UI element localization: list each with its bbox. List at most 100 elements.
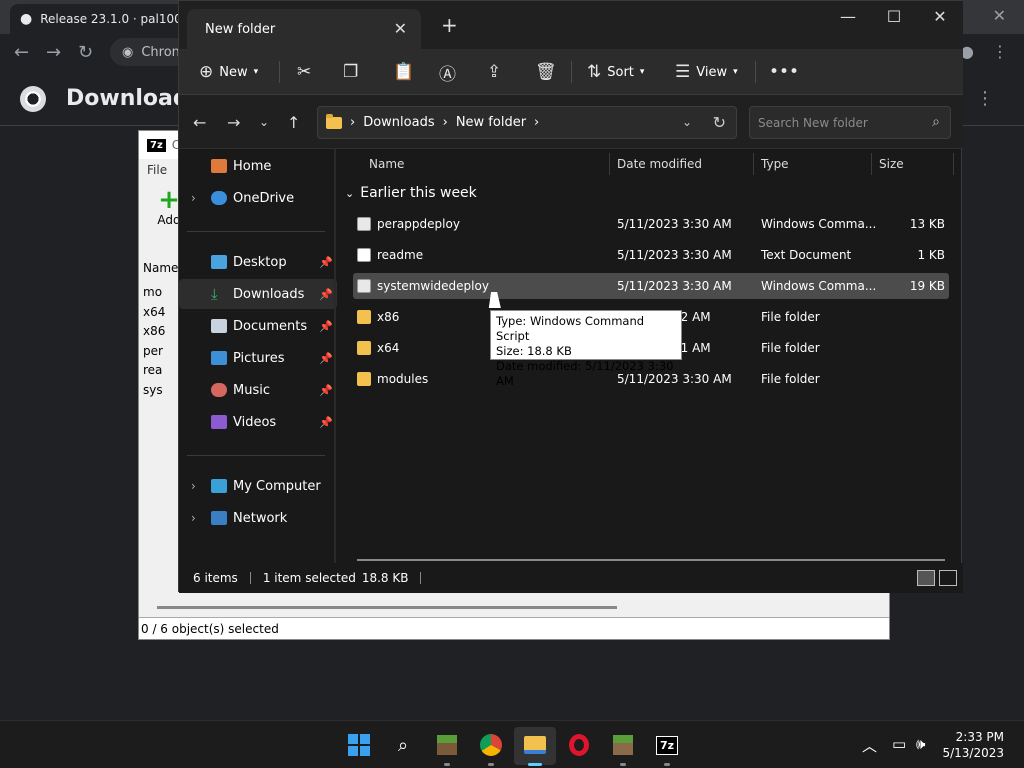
chrome-button[interactable] <box>478 732 504 758</box>
paste-button[interactable]: 📋 <box>393 59 414 85</box>
explorer-tab[interactable]: New folder ✕ <box>187 9 421 49</box>
list-item[interactable]: rea <box>143 361 165 381</box>
chevron-right-icon[interactable]: › <box>191 511 196 525</box>
cut-button[interactable]: ✂ <box>297 59 311 85</box>
list-item[interactable]: per <box>143 342 165 362</box>
start-button[interactable] <box>346 732 372 758</box>
selection-count: 1 item selected <box>262 571 356 585</box>
address-bar[interactable]: › Downloads › New folder › ⌄ ↻ <box>317 106 737 139</box>
more-options-button[interactable]: ••• <box>769 59 799 85</box>
sidebar-item-documents[interactable]: Documents 📌 <box>179 311 337 341</box>
pin-icon[interactable]: 📌 <box>319 256 333 269</box>
address-dropdown-icon[interactable]: ⌄ <box>682 115 692 129</box>
pin-icon[interactable]: 📌 <box>319 320 333 333</box>
computer-icon <box>211 479 227 493</box>
search-input[interactable]: Search New folder ⌕ <box>749 106 951 139</box>
list-item[interactable]: x86 <box>143 322 165 342</box>
column-divider[interactable] <box>753 153 754 175</box>
file-type: Windows Comma... <box>761 217 877 231</box>
navigation-pane-scrollbar[interactable] <box>334 149 336 563</box>
pin-icon[interactable]: 📌 <box>319 352 333 365</box>
column-header-date[interactable]: Date modified <box>617 149 702 179</box>
chevron-right-icon[interactable]: › <box>191 191 196 205</box>
chrome-close-icon[interactable]: ✕ <box>993 6 1006 25</box>
chevron-right-icon: › <box>442 115 448 130</box>
page-menu-icon[interactable]: ⋮ <box>976 88 994 109</box>
back-arrow-icon[interactable]: ← <box>193 113 206 132</box>
sidebar-item-home[interactable]: Home <box>179 151 337 181</box>
list-item[interactable]: sys <box>143 381 165 401</box>
details-view-icon[interactable] <box>917 570 935 586</box>
videos-icon <box>211 415 227 429</box>
group-header[interactable]: ⌄ Earlier this week <box>345 185 477 201</box>
refresh-icon[interactable]: ↻ <box>713 113 726 132</box>
new-tab-icon[interactable]: + <box>441 13 458 37</box>
share-button[interactable]: ⇪ <box>487 59 501 85</box>
pin-icon[interactable]: 📌 <box>319 416 333 429</box>
forward-arrow-icon[interactable]: → <box>227 113 240 132</box>
chevron-down-icon: ▾ <box>733 67 738 77</box>
chevron-right-icon[interactable]: › <box>191 479 196 493</box>
command-bar: ⊕ New ▾ ✂ ❐ 📋 Ⓐ ⇪ 🗑 ⇅ Sort ▾ ☰ View ▾ ••… <box>179 49 963 95</box>
window-close-icon[interactable]: ✕ <box>925 7 955 26</box>
pictures-icon <box>211 351 227 365</box>
site-info-icon: ◉ <box>122 44 134 60</box>
column-header-type[interactable]: Type <box>761 149 789 179</box>
network-icon[interactable]: ▭ <box>892 735 906 753</box>
recent-locations-icon[interactable]: ⌄ <box>259 115 269 129</box>
volume-icon[interactable]: 🕪 <box>916 735 925 753</box>
sidebar-item-network[interactable]: › Network <box>179 503 337 533</box>
sidebar-item-onedrive[interactable]: › OneDrive <box>179 183 337 213</box>
selection-size: 18.8 KB <box>361 571 409 585</box>
sidebar-item-music[interactable]: Music 📌 <box>179 375 337 405</box>
sidebar-item-desktop[interactable]: Desktop 📌 <box>179 247 337 277</box>
divider <box>187 455 325 456</box>
list-item[interactable]: mo <box>143 283 165 303</box>
clock[interactable]: 2:33 PM 5/13/2023 <box>942 729 1004 761</box>
rename-button[interactable]: Ⓐ <box>439 59 456 85</box>
column-header-size[interactable]: Size <box>879 149 904 179</box>
back-arrow-icon[interactable]: ← <box>14 42 29 63</box>
column-header-name[interactable]: Name <box>369 149 404 179</box>
file-row-perappdeploy[interactable]: perappdeploy 5/11/2023 3:30 AM Windows C… <box>353 211 949 237</box>
maximize-icon[interactable]: ☐ <box>879 7 909 26</box>
sevenzip-button[interactable]: 7z <box>654 732 680 758</box>
pin-icon[interactable]: 📌 <box>319 384 333 397</box>
chrome-tab[interactable]: ● Release 23.1.0 · pal1000/r <box>10 4 190 34</box>
horizontal-scrollbar[interactable] <box>357 559 945 561</box>
reload-icon[interactable]: ↻ <box>78 42 93 63</box>
up-arrow-icon[interactable]: ↑ <box>287 113 300 132</box>
minecraft-alt-button[interactable] <box>610 732 636 758</box>
sidebar-item-videos[interactable]: Videos 📌 <box>179 407 337 437</box>
breadcrumb-downloads[interactable]: Downloads <box>363 115 434 130</box>
pin-icon[interactable]: 📌 <box>319 288 333 301</box>
chrome-menu-icon[interactable]: ⋮ <box>992 42 1008 61</box>
minecraft-button[interactable] <box>434 732 460 758</box>
column-divider[interactable] <box>871 153 872 175</box>
sidebar-item-pictures[interactable]: Pictures 📌 <box>179 343 337 373</box>
delete-button[interactable]: 🗑 <box>535 59 557 85</box>
file-row-systemwidedeploy[interactable]: systemwidedeploy 5/11/2023 3:30 AM Windo… <box>353 273 949 299</box>
tab-close-icon[interactable]: ✕ <box>394 19 407 38</box>
column-divider[interactable] <box>609 153 610 175</box>
copy-button[interactable]: ❐ <box>343 59 358 85</box>
file-row-readme[interactable]: readme 5/11/2023 3:30 AM Text Document 1… <box>353 242 949 268</box>
tiles-view-icon[interactable] <box>939 570 957 586</box>
search-button[interactable]: ⌕ <box>390 732 416 758</box>
sort-button[interactable]: ⇅ Sort ▾ <box>587 59 644 85</box>
minimize-icon[interactable]: — <box>833 7 863 26</box>
breadcrumb-new-folder[interactable]: New folder <box>456 115 526 130</box>
view-button[interactable]: ☰ View ▾ <box>675 59 738 85</box>
forward-arrow-icon[interactable]: → <box>46 42 61 63</box>
file-explorer-button[interactable] <box>522 732 548 758</box>
chevron-up-icon[interactable]: ︿ <box>862 735 877 756</box>
opera-button[interactable] <box>566 732 592 758</box>
sevenzip-scrollbar[interactable] <box>157 606 617 609</box>
sidebar-item-my-computer[interactable]: › My Computer <box>179 471 337 501</box>
sevenzip-list-header[interactable]: Name <box>143 261 178 275</box>
folder-icon <box>357 310 371 324</box>
list-item[interactable]: x64 <box>143 303 165 323</box>
sidebar-item-downloads[interactable]: ⤓ Downloads 📌 <box>179 279 337 309</box>
new-button[interactable]: ⊕ New ▾ <box>199 59 258 85</box>
column-divider[interactable] <box>953 153 954 175</box>
